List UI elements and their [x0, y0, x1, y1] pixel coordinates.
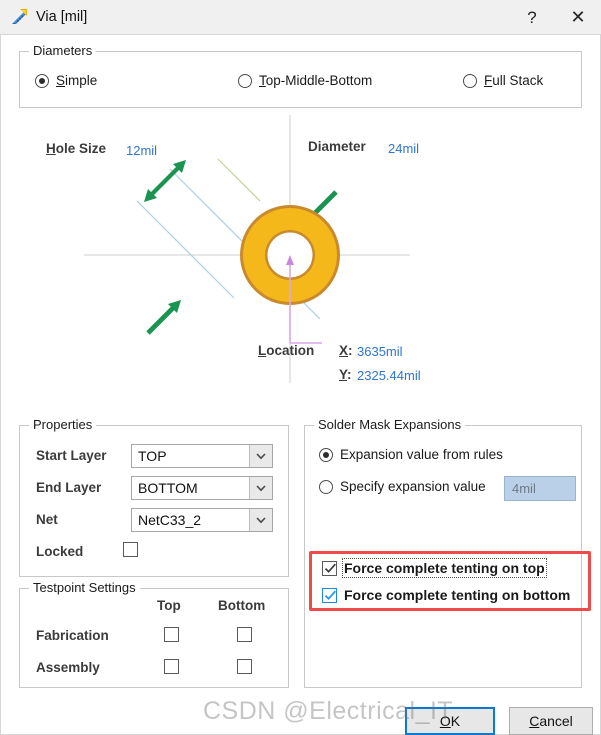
radio-top-middle-bottom[interactable]: Top-Middle-Bottom [238, 73, 372, 88]
diameters-group: Diameters Simple Top-Middle-Bottom Full … [19, 43, 582, 108]
end-layer-row: End Layer [36, 480, 101, 495]
end-layer-label: End Layer [36, 480, 102, 495]
chevron-down-icon[interactable] [249, 509, 272, 531]
end-layer-value: BOTTOM [138, 480, 198, 496]
radio-specify-expansion[interactable]: Specify expansion value [319, 479, 486, 494]
check-icon [324, 563, 336, 573]
hole-size-label: Hole Size [46, 141, 107, 156]
window-title: Via [mil] [36, 9, 88, 25]
via-preview-graphic: Hole Size 12mil Diameter 24mil Location … [2, 115, 600, 425]
assembly-bottom-checkbox[interactable] [237, 659, 252, 674]
location-x-value[interactable]: 3635mil [357, 344, 403, 359]
locked-row: Locked [36, 544, 83, 559]
chevron-down-icon[interactable] [249, 445, 272, 467]
radio-simple-label: Simple [56, 73, 98, 88]
radio-top-middle-bottom-label: Top-Middle-Bottom [259, 73, 373, 88]
locked-label: Locked [36, 544, 84, 559]
force-tenting-bottom-checkbox[interactable] [322, 587, 337, 603]
assembly-top-checkbox[interactable] [164, 659, 179, 674]
expansion-value-input[interactable]: 4mil [504, 476, 576, 501]
force-tenting-top-row[interactable]: Force complete tenting on top [322, 558, 547, 578]
start-layer-row: Start Layer [36, 448, 107, 463]
close-button[interactable]: ✕ [555, 0, 601, 34]
radio-full-stack[interactable]: Full Stack [463, 73, 543, 88]
start-layer-combo[interactable]: TOP [131, 444, 273, 468]
diameter-value[interactable]: 24mil [388, 141, 419, 156]
location-label: Location [258, 343, 315, 358]
radio-top-middle-bottom-indicator [238, 73, 252, 88]
properties-group-title: Properties [29, 417, 97, 432]
via-ruler-icon [10, 7, 30, 27]
hole-size-value[interactable]: 12mil [126, 143, 157, 158]
diameter-label: Diameter [308, 139, 366, 154]
check-icon [324, 590, 336, 600]
watermark-text: CSDN @Electrical_IT [203, 697, 454, 725]
diameters-group-title: Diameters [29, 43, 97, 58]
title-bar: Via [mil] ? ✕ [0, 0, 601, 34]
start-layer-label: Start Layer [36, 448, 107, 463]
fabrication-bottom-checkbox[interactable] [237, 627, 252, 642]
radio-simple[interactable]: Simple [35, 73, 97, 88]
testpoint-group: Testpoint Settings Top Bottom Fabricatio… [19, 580, 289, 688]
testpoint-col-bottom-header: Bottom [218, 598, 266, 613]
location-y-label: Y: [339, 367, 352, 382]
testpoint-row-fabrication-label: Fabrication [36, 628, 109, 643]
via-preview-svg [84, 115, 410, 383]
force-tenting-top-label: Force complete tenting on top [342, 558, 547, 578]
net-row: Net [36, 512, 58, 527]
expansion-value-text: 4mil [512, 481, 536, 496]
radio-full-stack-label: Full Stack [484, 73, 544, 88]
force-tenting-top-checkbox[interactable] [322, 560, 337, 576]
solder-mask-group-title: Solder Mask Expansions [314, 417, 466, 432]
net-value: NetC33_2 [138, 512, 202, 528]
testpoint-group-title: Testpoint Settings [29, 580, 140, 595]
start-layer-value: TOP [138, 448, 167, 464]
radio-simple-indicator [35, 73, 49, 88]
force-tenting-bottom-label: Force complete tenting on bottom [344, 587, 571, 603]
fabrication-top-checkbox[interactable] [164, 627, 179, 642]
testpoint-col-top-header: Top [157, 598, 181, 613]
via-dialog-window: Via [mil] ? ✕ Diameters Simple Top-Middl… [0, 0, 601, 735]
force-tenting-bottom-row[interactable]: Force complete tenting on bottom [322, 587, 570, 603]
location-x-label: X: [339, 343, 353, 358]
help-button[interactable]: ? [509, 0, 555, 34]
chevron-down-icon[interactable] [249, 477, 272, 499]
properties-group: Properties Start Layer TOP End Layer BOT… [19, 417, 289, 577]
radio-specify-expansion-indicator [319, 479, 333, 494]
radio-specify-expansion-label: Specify expansion value [340, 479, 486, 494]
location-y-value[interactable]: 2325.44mil [357, 368, 421, 383]
dialog-body: Diameters Simple Top-Middle-Bottom Full … [0, 34, 601, 735]
solder-mask-group: Solder Mask Expansions Expansion value f… [304, 417, 591, 688]
locked-checkbox[interactable] [123, 542, 138, 557]
net-combo[interactable]: NetC33_2 [131, 508, 273, 532]
radio-expansion-from-rules-indicator [319, 447, 333, 462]
radio-expansion-from-rules[interactable]: Expansion value from rules [319, 447, 503, 462]
radio-expansion-from-rules-label: Expansion value from rules [340, 447, 503, 462]
testpoint-row-assembly-label: Assembly [36, 660, 100, 675]
radio-full-stack-indicator [463, 73, 477, 88]
net-label: Net [36, 512, 58, 527]
end-layer-combo[interactable]: BOTTOM [131, 476, 273, 500]
